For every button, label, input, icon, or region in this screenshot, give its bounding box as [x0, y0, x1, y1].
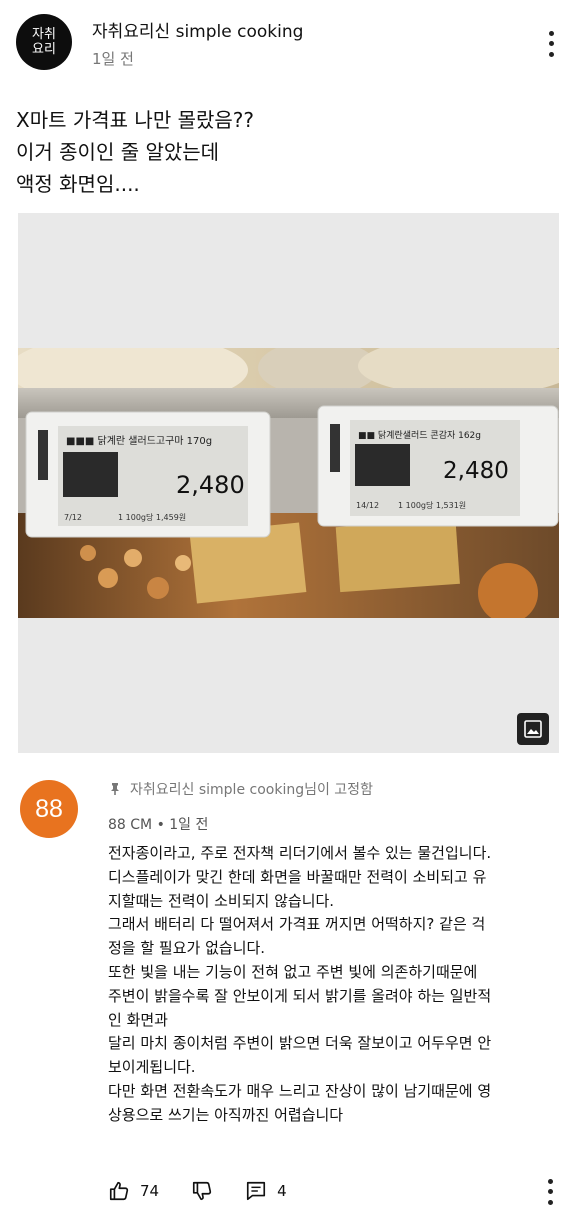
price-tag-left-price: 2,480	[176, 471, 245, 499]
pinned-comment: 88 자취요리신 simple cooking님이 고정함 88 CM • 1일…	[0, 770, 577, 1227]
post-text: X마트 가격표 나만 몰랐음?? 이거 종이인 줄 알았는데 액정 화면임...…	[16, 104, 254, 200]
shelf-photo-illustration: ■■■ 닭계란 샐러드고구마 170g 2,480 7/12 1 100g당 1…	[18, 348, 559, 618]
pinned-text: 자취요리신 simple cooking님이 고정함	[130, 782, 373, 798]
pinned-label: 자취요리신 simple cooking님이 고정함	[108, 779, 373, 799]
comment-line: 보이게됩니다.	[108, 1058, 196, 1077]
post-image-area[interactable]: ■■■ 닭계란 샐러드고구마 170g 2,480 7/12 1 100g당 1…	[18, 213, 559, 753]
price-tag-left-name: ■■■ 닭계란 샐러드고구마 170g	[66, 435, 212, 447]
comment-line: 인 화면과	[108, 1010, 168, 1029]
comment-line: 정을 할 필요가 없습니다.	[108, 939, 266, 958]
pin-icon	[111, 783, 119, 795]
price-tag-right-date: 14/12	[356, 501, 379, 510]
channel-avatar[interactable]: 자취 요리	[16, 14, 72, 70]
comment-line: 전자종이라고, 주로 전자책 리더기에서 볼수 있는 물건입니다.	[108, 844, 492, 862]
post-more-vertical-icon[interactable]	[541, 28, 561, 60]
like-count: 74	[140, 1182, 160, 1200]
post-time: 1일 전	[92, 50, 134, 68]
reply-button[interactable]: 4	[245, 1180, 287, 1202]
comment-line: 상용으로 쓰기는 아직까진 어렵습니다	[108, 1105, 344, 1124]
post-text-line: 액정 화면임....	[16, 172, 140, 196]
price-tag-left-unit: 1 100g당 1,459원	[118, 512, 186, 522]
comment-line: 달리 마치 종이처럼 주변이 밝으면 더욱 잘보이고 어두우면 안	[108, 1034, 492, 1053]
price-tag-right-unit: 1 100g당 1,531원	[398, 500, 466, 510]
like-button[interactable]: 74	[108, 1180, 159, 1202]
comment-line: 디스플레이가 맞긴 한데 화면을 바꿀때만 전력이 소비되고 유	[108, 867, 487, 886]
dislike-button[interactable]	[191, 1180, 213, 1202]
comment-line: 다만 화면 전환속도가 매우 느리고 잔상이 많이 남기때문에 영	[108, 1081, 492, 1100]
thumbs-down-icon	[193, 1181, 212, 1201]
comment-line: 그래서 배터리 다 떨어져서 가격표 꺼지면 어떡하지? 같은 걱	[108, 915, 486, 934]
price-tag-left: ■■■ 닭계란 샐러드고구마 170g 2,480 7/12 1 100g당 1…	[25, 411, 271, 538]
channel-avatar-text-1: 자취	[32, 27, 56, 42]
reply-count: 4	[277, 1182, 287, 1200]
channel-avatar-text-2: 요리	[32, 42, 56, 57]
comment-line: 또한 빛을 내는 기능이 전혀 없고 주변 빛에 의존하기때문에	[108, 962, 478, 981]
post-text-line: 이거 종이인 줄 알았는데	[16, 140, 220, 164]
price-tag-left-date: 7/12	[64, 513, 82, 522]
post-photo[interactable]: ■■■ 닭계란 샐러드고구마 170g 2,480 7/12 1 100g당 1…	[18, 348, 559, 618]
price-tag-right-price: 2,480	[443, 458, 509, 484]
price-tag-right-name: ■■ 닭계란샐러드 콘감자 162g	[358, 429, 481, 441]
comment-icon	[247, 1181, 266, 1201]
commenter-avatar[interactable]: 88	[20, 780, 78, 838]
comment-more-vertical-icon[interactable]	[540, 1176, 560, 1208]
thumbs-up-icon	[109, 1181, 129, 1201]
post-header: 자취 요리 자취요리신 simple cooking 1일 전	[0, 0, 577, 90]
comment-line: 지할때는 전력이 소비되지 않습니다.	[108, 891, 335, 910]
price-tag-right: ■■ 닭계란샐러드 콘감자 162g 2,480 14/12 1 100g당 1…	[317, 405, 559, 527]
image-icon[interactable]	[517, 713, 549, 745]
comment-body: 전자종이라고, 주로 전자책 리더기에서 볼수 있는 물건입니다. 디스플레이가…	[108, 842, 558, 1128]
comment-actions: 74 4	[108, 1176, 319, 1206]
comment-line: 주변이 밝을수록 잘 안보이게 되서 밝기를 올려야 하는 일반적	[108, 986, 492, 1005]
post-text-line: X마트 가격표 나만 몰랐음??	[16, 108, 255, 132]
channel-name[interactable]: 자취요리신 simple cooking	[92, 17, 303, 42]
comment-meta: 88 CM • 1일 전	[108, 817, 209, 833]
